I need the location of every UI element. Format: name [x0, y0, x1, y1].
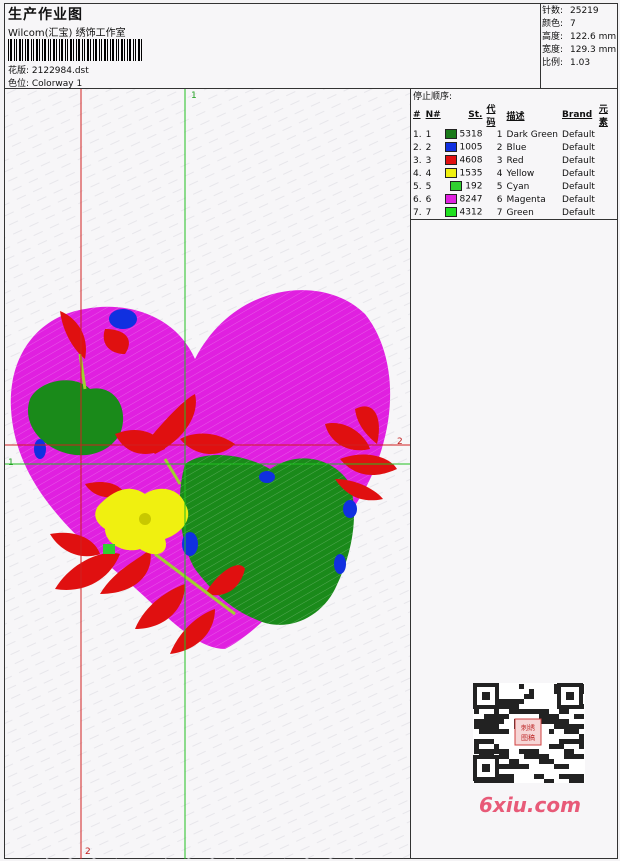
color-swatch	[444, 194, 457, 205]
stitch-cell: 1535	[443, 167, 485, 180]
code-cell: 5	[496, 181, 503, 192]
idx-cell: 5.	[413, 181, 422, 192]
idx-cell: 3.	[413, 155, 422, 166]
stitch-cell: 5318	[443, 128, 485, 141]
color-swatch	[444, 155, 457, 166]
col-description: 描述	[506, 111, 525, 122]
stitch-cell: 4312	[443, 206, 485, 219]
page-title: 生产作业图	[8, 7, 83, 23]
design-stats: 针数: 25219 颜色: 7 高度: 122.6 mm 宽度: 129.3 mm 比例…	[542, 5, 616, 70]
stitch-cell: 192	[443, 180, 485, 193]
col-code: 代码	[486, 105, 496, 128]
green-guide-mark-left: 1	[8, 458, 14, 468]
n-cell: 6	[425, 194, 432, 205]
idx-cell: 4.	[413, 168, 422, 179]
table-row: 4. 4 1535 4 Yellow Default	[411, 167, 617, 180]
brand-cell: Default	[562, 181, 595, 192]
desc-cell: Blue	[506, 142, 527, 153]
stop-sequence-table: # N# St. 代码 描述 Brand 元素 1. 1 5318 1 Dark Gr…	[411, 102, 617, 219]
brand-cell: Default	[562, 207, 595, 218]
table-row: 5. 5 192 5 Cyan Default	[411, 180, 617, 193]
qr-code: 刺绣 图稿	[473, 683, 585, 784]
el-cell	[597, 167, 617, 180]
stat-width: 宽度: 129.3 mm	[542, 45, 617, 55]
n-cell: 1	[425, 129, 432, 140]
table-row: 3. 3 4608 3 Red Default	[411, 154, 617, 167]
desc-cell: Yellow	[506, 168, 535, 179]
idx-cell: 1.	[413, 129, 422, 140]
el-cell	[597, 193, 617, 206]
barcode	[8, 39, 142, 61]
stitch-cell: 8247	[443, 193, 485, 206]
n-cell: 7	[425, 207, 432, 218]
code-cell: 2	[496, 142, 503, 153]
col-element: 元素	[598, 105, 608, 128]
color-swatch	[444, 168, 457, 179]
table-row: 2. 2 1005 2 Blue Default	[411, 141, 617, 154]
code-cell: 3	[496, 155, 503, 166]
table-row: 6. 6 8247 6 Magenta Default	[411, 193, 617, 206]
col-n: N#	[425, 110, 441, 120]
red-guide-mark-bottom: 2	[85, 847, 91, 857]
desc-cell: Green	[506, 207, 534, 218]
brand-cell: Default	[562, 142, 595, 153]
stop-sequence-title: 停止顺序:	[413, 92, 453, 102]
desc-cell: Magenta	[506, 194, 546, 205]
el-cell	[597, 180, 617, 193]
embroidery-preview: 1 1 2 2	[5, 89, 410, 859]
col-brand: Brand	[562, 110, 593, 120]
stat-stitches: 针数: 25219	[542, 6, 599, 16]
n-cell: 2	[425, 142, 432, 153]
desc-cell: Dark Green	[506, 129, 559, 140]
n-cell: 4	[425, 168, 432, 179]
el-cell	[597, 154, 617, 167]
col-index: #	[413, 110, 421, 120]
stop-sequence-panel: 停止顺序: # N# St. 代码 描述 Brand 元素 1. 1 5318 1 D…	[411, 89, 617, 220]
table-bottom-border	[411, 219, 617, 220]
stat-colors: 颜色: 7	[542, 19, 576, 29]
table-header-row: # N# St. 代码 描述 Brand 元素	[411, 102, 617, 128]
n-cell: 3	[425, 155, 432, 166]
red-guide-mark-right: 2	[397, 437, 403, 447]
stat-height: 高度: 122.6 mm	[542, 32, 617, 42]
code-cell: 4	[496, 168, 503, 179]
brand-cell: Default	[562, 194, 595, 205]
code-cell: 6	[496, 194, 503, 205]
brand-cell: Default	[562, 155, 595, 166]
stat-scale: 比例: 1.03	[542, 58, 591, 68]
color-swatch	[444, 142, 457, 153]
color-swatch	[444, 129, 457, 140]
stats-divider	[540, 4, 541, 88]
watermark: 6xiu.com	[479, 793, 581, 817]
qr-stamp-text-top: 刺绣	[521, 723, 535, 732]
n-cell: 5	[425, 181, 432, 192]
idx-cell: 6.	[413, 194, 422, 205]
qr-stamp-text-bottom: 图稿	[521, 733, 535, 742]
color-swatch	[450, 181, 463, 192]
table-row: 7. 7 4312 7 Green Default	[411, 206, 617, 219]
desc-cell: Cyan	[506, 181, 530, 192]
table-row: 1. 1 5318 1 Dark Green Default	[411, 128, 617, 141]
el-cell	[597, 141, 617, 154]
production-sheet: 生产作业图 Wilcom(汇宝) 绣饰工作室 花版: 2122984.dst 色…	[4, 3, 618, 859]
stitch-cell: 1005	[443, 141, 485, 154]
code-cell: 1	[496, 129, 503, 140]
stitch-cell: 4608	[443, 154, 485, 167]
idx-cell: 2.	[413, 142, 422, 153]
design-file-label: 花版: 2122984.dst	[8, 66, 89, 76]
idx-cell: 7.	[413, 207, 422, 218]
company-name: Wilcom(汇宝) 绣饰工作室	[8, 28, 126, 39]
color-swatch	[444, 207, 457, 218]
embroidery-design	[5, 89, 410, 859]
green-guide-mark-top: 1	[191, 91, 197, 101]
el-cell	[597, 128, 617, 141]
code-cell: 7	[496, 207, 503, 218]
desc-cell: Red	[506, 155, 524, 166]
brand-cell: Default	[562, 129, 595, 140]
el-cell	[597, 206, 617, 219]
col-stitches: St.	[468, 110, 483, 120]
brand-cell: Default	[562, 168, 595, 179]
